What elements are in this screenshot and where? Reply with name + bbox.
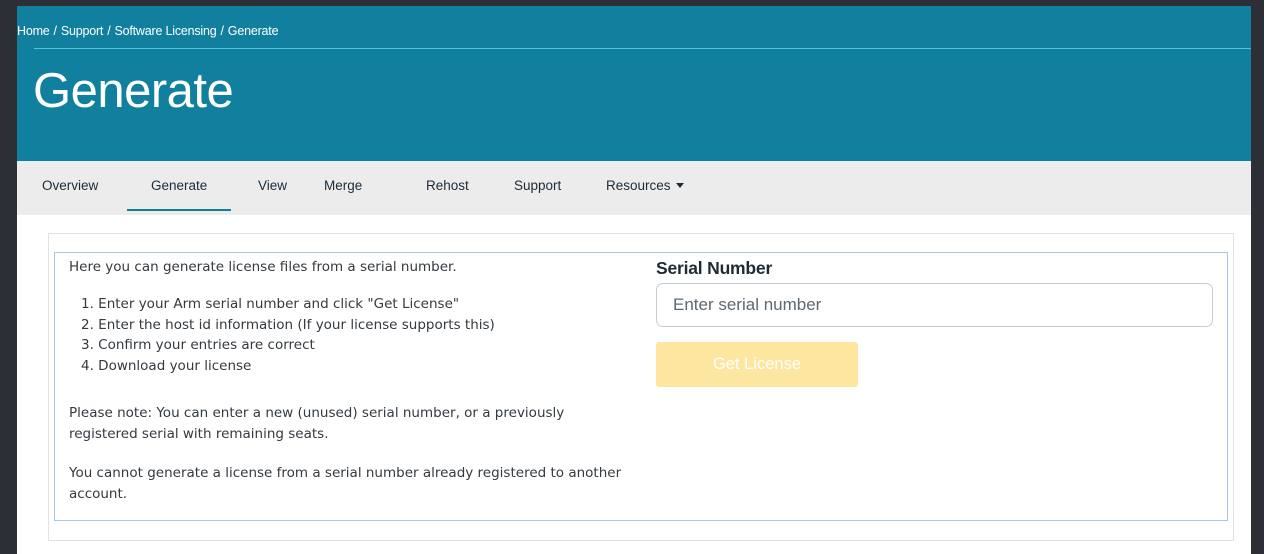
breadcrumb-support[interactable]: Support bbox=[61, 24, 104, 38]
step-item: 2. Enter the host id information (If you… bbox=[81, 316, 495, 333]
step-item: 1. Enter your Arm serial number and clic… bbox=[81, 296, 460, 312]
step-item: 3. Confirm your entries are correct bbox=[81, 337, 315, 353]
warning-text: You cannot generate a license from a ser… bbox=[69, 465, 622, 502]
page-title: Generate bbox=[33, 64, 234, 118]
intro-text: Here you can generate license files from… bbox=[69, 259, 457, 275]
caret-down-icon bbox=[675, 182, 684, 188]
tab-resources[interactable]: Resources bbox=[606, 161, 684, 215]
breadcrumb-separator: / bbox=[220, 24, 225, 38]
breadcrumb-separator: / bbox=[107, 24, 111, 38]
header-divider bbox=[34, 48, 1251, 49]
breadcrumb-separator: / bbox=[53, 24, 58, 38]
tab-support[interactable]: Support bbox=[514, 161, 561, 215]
note-text: Please note: You can enter a new (unused… bbox=[69, 405, 565, 442]
tab-merge[interactable]: Merge bbox=[324, 161, 362, 215]
tab-overview[interactable]: Overview bbox=[42, 161, 98, 215]
breadcrumb-software-licensing[interactable]: Software Licensing bbox=[115, 24, 217, 38]
tab-generate[interactable]: Generate bbox=[126, 161, 232, 215]
breadcrumb: Home / Support / Software Licensing / Generate bbox=[17, 24, 279, 38]
breadcrumb-home[interactable]: Home bbox=[17, 24, 50, 38]
tab-resources-label: Resources bbox=[606, 178, 671, 193]
tab-view[interactable]: View bbox=[258, 161, 287, 215]
get-license-button[interactable]: Get License bbox=[656, 342, 858, 387]
step-item: 4. Download your license bbox=[81, 357, 252, 374]
serial-number-input[interactable] bbox=[656, 283, 1213, 327]
serial-number-label: Serial Number bbox=[656, 258, 773, 278]
tab-rehost[interactable]: Rehost bbox=[426, 161, 469, 215]
breadcrumb-generate[interactable]: Generate bbox=[228, 24, 279, 38]
steps-list: 1. Enter your Arm serial number and clic… bbox=[81, 294, 495, 376]
